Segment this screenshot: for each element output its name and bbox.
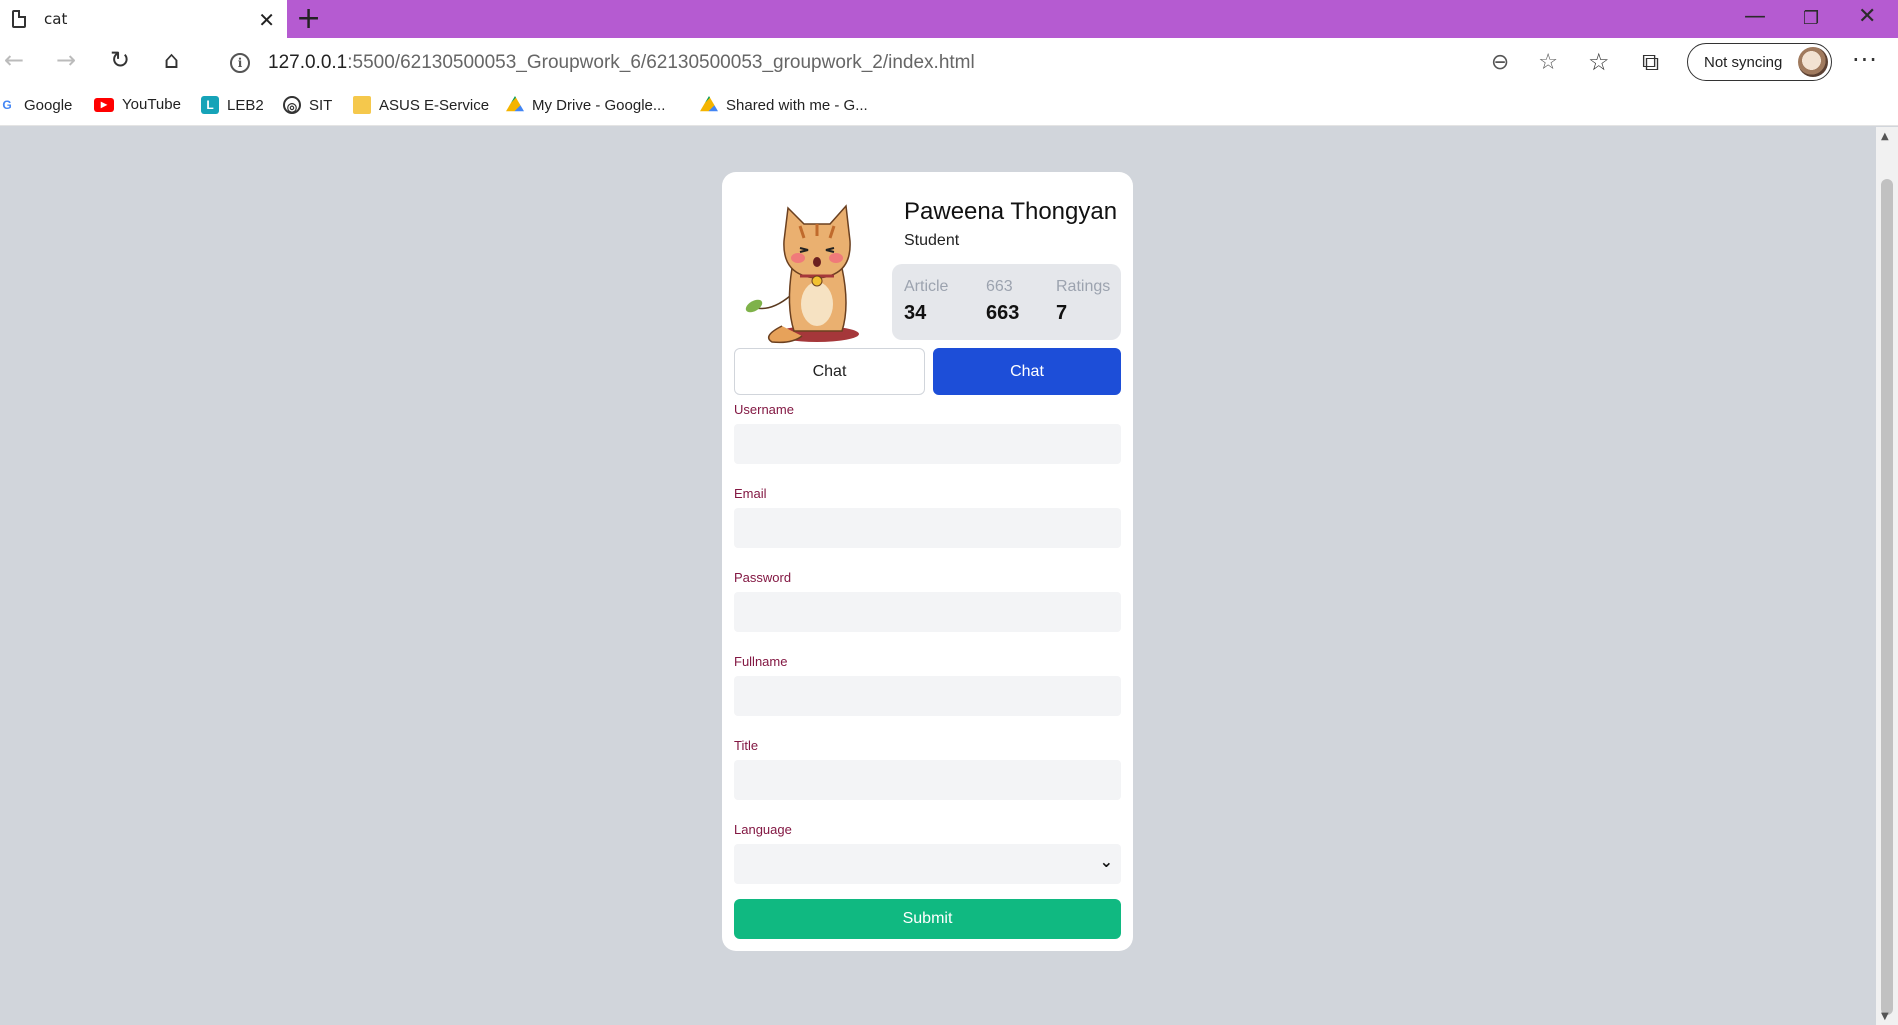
forward-icon[interactable]: → [56,46,76,74]
bookmark-label: SIT [309,96,333,114]
stat-value: 7 [1056,302,1068,324]
stat-followers: 663 663 [986,278,1019,325]
title-label: Title [734,738,759,753]
bookmark-label: My Drive - Google... [532,96,666,114]
profile-name: Paweena Thongyan [904,198,1118,225]
browser-titlebar: cat ✕ + — ❐ ✕ [0,0,1898,38]
page-scrollbar[interactable]: ▲ ▼ [1876,127,1898,1025]
stat-value: 34 [904,302,927,324]
youtube-icon: ▶ [94,97,114,112]
bookmark-sit[interactable]: ◎ SIT [283,96,332,114]
tab-title: cat [44,10,68,28]
stat-value: 663 [986,302,1020,324]
avatar [1798,47,1828,77]
favorites-icon[interactable]: ☆ [1588,48,1610,76]
username-label: Username [734,402,794,417]
bookmark-label: YouTube [122,96,181,113]
bookmark-my-drive[interactable]: My Drive - Google... [506,96,665,114]
sync-button[interactable]: Not syncing [1687,43,1832,81]
url-path: :5500/62130500053_Groupwork_6/6213050005… [347,52,975,73]
scroll-thumb[interactable] [1881,179,1893,1015]
stat-label: Article [904,278,949,295]
bookmark-label: ASUS E-Service [379,96,490,114]
stat-ratings: Ratings 7 [1056,278,1110,325]
url-text[interactable]: 127.0.0.1:5500/62130500053_Groupwork_6/6… [268,52,975,74]
omnibox-icons: ⊖ ☆ [1491,50,1558,75]
fullname-field[interactable] [734,676,1121,716]
browser-tab[interactable]: cat ✕ [0,0,287,38]
stat-article: Article 34 [904,278,948,325]
bookmark-shared-drive[interactable]: Shared with me - G... [700,96,868,114]
restore-icon[interactable]: ❐ [1803,8,1819,29]
home-icon[interactable]: ⌂ [164,46,179,74]
chat-outline-button[interactable]: Chat [734,348,925,395]
profile-card: Paweena Thongyan Student Article 34 663 … [722,172,1133,951]
bookmark-google[interactable]: G Google [0,96,72,114]
leb2-icon: L [201,96,219,114]
sit-icon: ◎ [283,96,301,114]
submit-button[interactable]: Submit [734,899,1121,939]
browser-toolbar: ← → ↻ ⌂ i 127.0.0.1:5500/62130500053_Gro… [0,38,1898,88]
scroll-down-icon[interactable]: ▼ [1881,1011,1889,1022]
title-field[interactable] [734,760,1121,800]
bookmark-label: Google [24,96,73,114]
close-tab-icon[interactable]: ✕ [258,8,275,32]
close-window-icon[interactable]: ✕ [1858,4,1876,29]
password-label: Password [734,570,792,585]
fullname-label: Fullname [734,654,788,669]
language-select[interactable]: ⌄ [734,844,1121,884]
scroll-up-icon[interactable]: ▲ [1881,131,1889,142]
stat-label: Ratings [1056,278,1111,295]
language-label: Language [734,822,792,837]
google-icon: G [0,96,14,114]
collections-icon[interactable]: ⧉ [1642,48,1659,76]
minimize-icon[interactable]: — [1744,4,1766,29]
bookmark-label: LEB2 [227,96,264,114]
chevron-down-icon: ⌄ [1099,852,1113,871]
bookmark-label: Shared with me - G... [726,96,868,114]
email-field[interactable] [734,508,1121,548]
chat-primary-button[interactable]: Chat [933,348,1121,395]
stat-label: 663 [986,278,1013,295]
back-icon[interactable]: ← [4,46,24,74]
bookmark-asus[interactable]: ASUS E-Service [353,96,489,114]
bookmark-youtube[interactable]: ▶ YouTube [94,96,181,113]
cat-illustration [745,204,859,344]
address-bar[interactable]: i 127.0.0.1:5500/62130500053_Groupwork_6… [212,44,1564,82]
more-options-icon[interactable]: ··· [1852,46,1878,74]
add-favorite-icon[interactable]: ☆ [1538,50,1558,75]
email-label: Email [734,486,767,501]
zoom-out-icon[interactable]: ⊖ [1491,50,1509,75]
refresh-icon[interactable]: ↻ [110,46,130,74]
new-tab-icon[interactable]: + [296,4,321,34]
stats-panel: Article 34 663 663 Ratings 7 [892,264,1121,340]
drive-icon [506,96,524,112]
folder-icon [353,96,371,114]
profile-role: Student [904,232,960,249]
info-icon[interactable]: i [230,53,250,73]
username-field[interactable] [734,424,1121,464]
bookmark-leb2[interactable]: L LEB2 [201,96,264,114]
drive-icon [700,96,718,112]
sync-label: Not syncing [1704,53,1783,71]
url-host: 127.0.0.1 [268,52,348,73]
password-field[interactable] [734,592,1121,632]
page-icon [12,10,26,28]
bookmarks-bar: G Google ▶ YouTube L LEB2 ◎ SIT ASUS E-S… [0,88,1898,126]
